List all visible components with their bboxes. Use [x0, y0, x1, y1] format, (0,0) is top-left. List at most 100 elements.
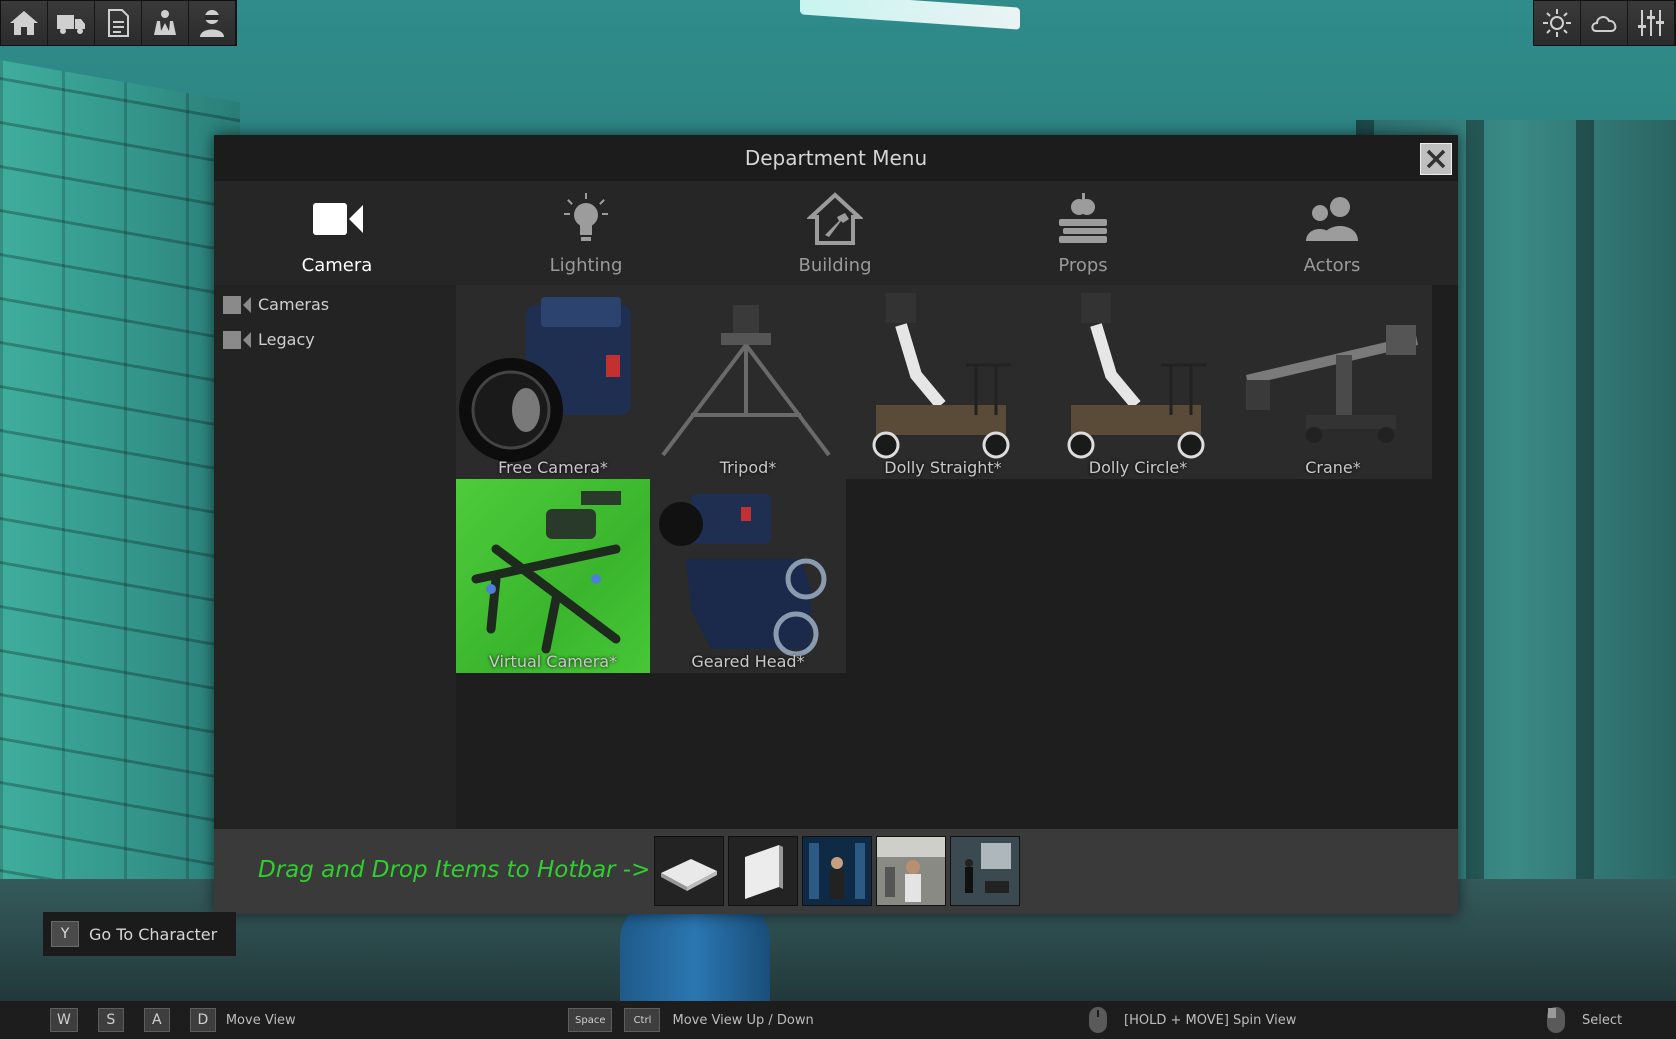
vr-headset-avatar-icon	[200, 10, 224, 37]
wall-panel-thumbnail	[745, 845, 783, 899]
house-hammer-icon	[807, 192, 863, 245]
close-button[interactable]	[1420, 143, 1452, 175]
move-up-down-hint: Space Ctrl Move View Up / Down	[568, 1001, 814, 1039]
hotbar: Drag and Drop Items to Hotbar ->	[214, 829, 1458, 914]
item-label: Crane*	[1305, 458, 1361, 477]
geared-head-thumbnail	[659, 494, 827, 657]
sidebar-item-label: Cameras	[258, 295, 330, 314]
item-geared-head[interactable]: Geared Head*	[651, 479, 845, 673]
dolly-thumbnail	[1067, 293, 1206, 459]
select-hint: Select	[1546, 1001, 1622, 1039]
tab-label: Props	[1058, 255, 1108, 276]
department-menu: Department Menu Camera Lighting Building…	[214, 135, 1458, 914]
item-free-camera[interactable]: Free Camera*	[456, 285, 650, 479]
menu-title-bar: Department Menu	[214, 135, 1458, 181]
tab-lighting[interactable]: Lighting	[516, 191, 656, 285]
mouse-icon	[1089, 1007, 1107, 1033]
tab-camera[interactable]: Camera	[267, 191, 407, 285]
scene-photo-thumbnail	[803, 837, 871, 905]
apple-books-icon	[1059, 193, 1107, 243]
move-up-down-label: Move View Up / Down	[672, 1012, 814, 1028]
category-tabs: Camera Lighting Building Props Actors	[214, 181, 1458, 285]
hotbar-slot-4[interactable]	[876, 836, 946, 906]
top-left-toolbar	[0, 0, 237, 46]
menu-title: Department Menu	[744, 146, 928, 170]
sliders-icon	[1638, 10, 1664, 36]
move-view-hint: W S A D Move View	[50, 1001, 296, 1039]
item-tripod[interactable]: Tripod*	[651, 285, 845, 479]
key-d: D	[189, 1008, 216, 1032]
tab-label: Building	[798, 255, 872, 276]
key-ctrl: Ctrl	[624, 1008, 661, 1032]
move-view-label: Move View	[225, 1012, 296, 1028]
dolly-thumbnail	[872, 293, 1011, 459]
truck-icon	[57, 15, 85, 34]
tab-building[interactable]: Building	[765, 191, 905, 285]
key-y: Y	[51, 921, 79, 947]
crane-thumbnail	[1246, 325, 1418, 443]
tab-label: Lighting	[549, 255, 623, 276]
settings-sliders-button[interactable]	[1628, 1, 1675, 45]
sidebar-item-legacy[interactable]: Legacy	[214, 322, 456, 357]
item-virtual-camera[interactable]: Virtual Camera*	[456, 479, 650, 673]
item-label: Tripod*	[719, 458, 777, 477]
item-label: Free Camera*	[498, 458, 608, 477]
item-grid: Free Camera* Tripod* Dolly Straight* Dol…	[456, 285, 1458, 829]
hotbar-slot-1[interactable]	[654, 836, 724, 906]
key-a: A	[143, 1008, 170, 1032]
close-icon	[1426, 149, 1446, 169]
item-crane[interactable]: Crane*	[1236, 285, 1430, 479]
item-label: Dolly Straight*	[884, 458, 1002, 477]
ceiling-light	[800, 0, 1020, 30]
scene-photo-thumbnail	[877, 837, 945, 905]
hotbar-slot-2[interactable]	[728, 836, 798, 906]
cloud-icon	[1591, 16, 1617, 32]
sidebar-item-cameras[interactable]: Cameras	[214, 287, 456, 322]
go-to-character-button[interactable]: Y Go To Character	[43, 912, 236, 956]
document-button[interactable]	[95, 1, 142, 45]
subcategory-sidebar: Cameras Legacy	[214, 285, 456, 829]
top-right-toolbar	[1533, 0, 1676, 46]
item-label: Dolly Circle*	[1088, 458, 1188, 477]
tab-actors[interactable]: Actors	[1262, 191, 1402, 285]
hotbar-slot-3[interactable]	[802, 836, 872, 906]
key-space: Space	[568, 1008, 613, 1032]
collaboration-button[interactable]	[142, 1, 189, 45]
truck-button[interactable]	[48, 1, 95, 45]
tab-label: Camera	[301, 255, 373, 276]
camera-icon	[223, 330, 251, 349]
cinema-camera-thumbnail	[459, 297, 631, 462]
controls-help-bar: W S A D Move View Space Ctrl Move View U…	[0, 1001, 1676, 1039]
sun-button[interactable]	[1534, 1, 1581, 45]
tab-label: Actors	[1303, 255, 1361, 276]
go-to-character-label: Go To Character	[89, 924, 218, 944]
lightbulb-icon	[564, 193, 608, 241]
virtual-camera-rig-thumbnail	[471, 491, 621, 654]
document-icon	[108, 9, 129, 37]
vr-avatar-button[interactable]	[189, 1, 236, 45]
home-icon	[10, 11, 38, 35]
key-s: S	[97, 1008, 124, 1032]
key-w: W	[50, 1008, 78, 1032]
tab-props[interactable]: Props	[1013, 191, 1153, 285]
sidebar-item-label: Legacy	[258, 330, 315, 349]
cloud-button[interactable]	[1581, 1, 1628, 45]
camera-icon	[223, 295, 251, 314]
item-label: Geared Head*	[691, 652, 805, 671]
item-label: Virtual Camera*	[488, 652, 618, 671]
tripod-thumbnail	[661, 305, 831, 457]
left-brick-wall	[0, 60, 240, 1003]
mouse-icon	[1547, 1007, 1565, 1033]
home-button[interactable]	[1, 1, 48, 45]
spin-view-hint: [HOLD + MOVE] Spin View	[1088, 1001, 1296, 1039]
item-dolly-straight[interactable]: Dolly Straight*	[846, 285, 1040, 479]
camera-icon	[313, 203, 363, 235]
hotbar-hint: Drag and Drop Items to Hotbar ->	[258, 857, 651, 883]
sun-icon	[1543, 9, 1571, 37]
scene-photo-thumbnail	[951, 837, 1019, 905]
people-icon	[1306, 197, 1358, 241]
floor-tile-thumbnail	[661, 859, 717, 891]
hotbar-slot-5[interactable]	[950, 836, 1020, 906]
select-label: Select	[1582, 1012, 1623, 1028]
item-dolly-circle[interactable]: Dolly Circle*	[1041, 285, 1235, 479]
